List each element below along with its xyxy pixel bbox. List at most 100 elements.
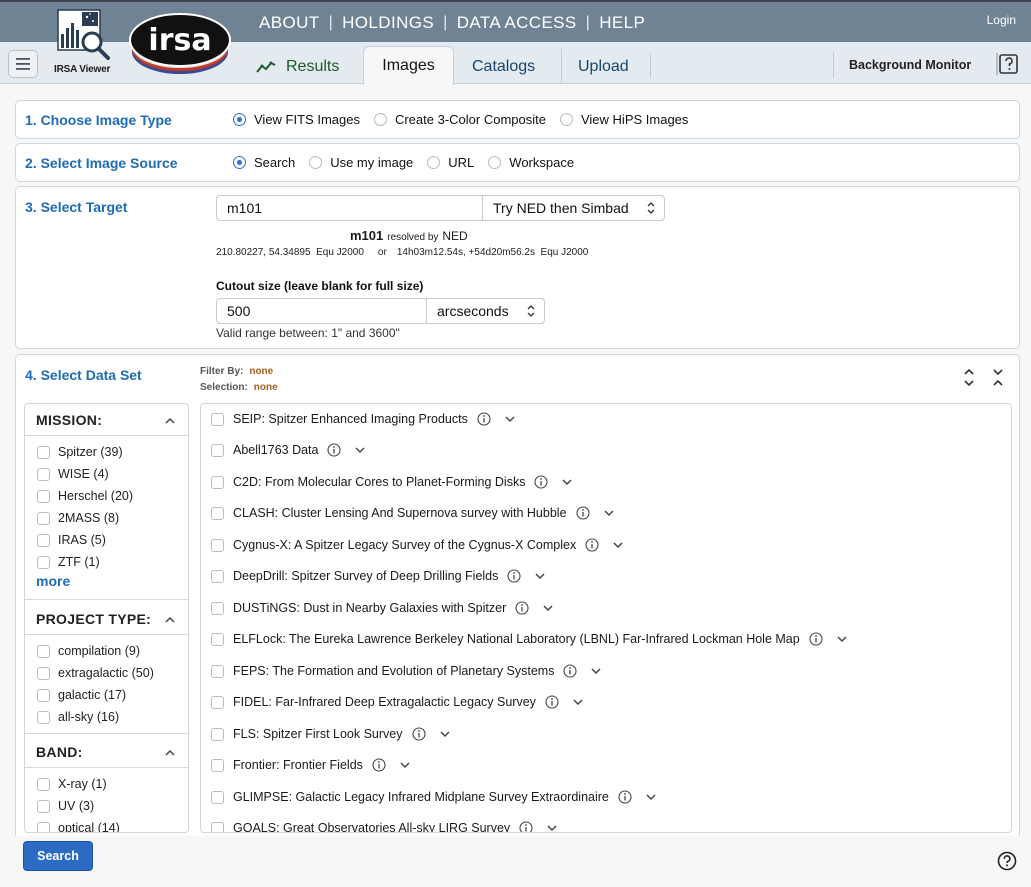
- info-icon[interactable]: [411, 727, 426, 741]
- checkbox[interactable]: [211, 475, 224, 489]
- facet-item[interactable]: UV (3): [37, 799, 94, 813]
- facet-item[interactable]: compilation (9): [37, 644, 140, 658]
- cutout-unit-select[interactable]: arcseconds: [426, 298, 545, 324]
- dataset-row[interactable]: ELFLock: The Eureka Lawrence Berkeley Na…: [211, 632, 847, 646]
- radio-url[interactable]: URL: [427, 155, 474, 170]
- info-icon[interactable]: [507, 569, 521, 583]
- dataset-row[interactable]: GLIMPSE: Galactic Legacy Infrared Midpla…: [211, 790, 656, 804]
- cutout-input[interactable]: 500: [216, 298, 428, 324]
- chevron-down-icon[interactable]: [543, 604, 553, 612]
- facet-item[interactable]: IRAS (5): [37, 533, 106, 547]
- chevron-down-icon[interactable]: [505, 415, 515, 423]
- checkbox[interactable]: [211, 412, 224, 426]
- radio-search[interactable]: Search: [233, 155, 295, 170]
- info-icon[interactable]: [372, 758, 386, 772]
- dataset-row[interactable]: FIDEL: Far-Infrared Deep Extragalactic L…: [211, 695, 583, 709]
- radio-use-my-image[interactable]: Use my image: [309, 155, 413, 170]
- info-icon[interactable]: [515, 601, 529, 615]
- chevron-down-icon[interactable]: [591, 667, 601, 675]
- radio-view-fits[interactable]: View FITS Images: [233, 112, 360, 127]
- nav-about[interactable]: About: [259, 13, 320, 33]
- radio-3-color[interactable]: Create 3-Color Composite: [373, 112, 546, 127]
- chevron-down-icon[interactable]: [562, 478, 572, 486]
- tab-images[interactable]: Images: [363, 46, 454, 85]
- dataset-row[interactable]: C2D: From Molecular Cores to Planet-Form…: [211, 475, 572, 489]
- dataset-row[interactable]: GOALS: Great Observatories All-sky LIRG …: [211, 821, 557, 833]
- facet-item[interactable]: Spitzer (39): [37, 445, 123, 459]
- radio-hips[interactable]: View HiPS Images: [559, 112, 688, 127]
- checkbox[interactable]: [211, 632, 224, 646]
- facet-item[interactable]: optical (14): [37, 821, 120, 832]
- checkbox[interactable]: [211, 727, 224, 741]
- target-input[interactable]: m101: [216, 195, 484, 221]
- chevron-down-icon[interactable]: [646, 793, 656, 801]
- nav-holdings[interactable]: Holdings: [342, 13, 434, 33]
- chevron-down-icon[interactable]: [439, 730, 450, 738]
- resolver-select[interactable]: Try NED then Simbad: [482, 195, 665, 221]
- facet-item[interactable]: 2MASS (8): [37, 511, 119, 525]
- facet-item[interactable]: WISE (4): [37, 467, 109, 481]
- dataset-row[interactable]: FLS: Spitzer First Look Survey: [211, 727, 450, 741]
- chevron-up-icon[interactable]: [165, 616, 175, 623]
- chevron-up-icon[interactable]: [165, 749, 175, 756]
- info-icon[interactable]: [327, 443, 342, 457]
- irsa-logo[interactable]: irsa: [128, 6, 232, 78]
- info-icon[interactable]: [563, 664, 578, 678]
- chevron-down-icon[interactable]: [573, 698, 583, 706]
- chevron-down-icon[interactable]: [547, 824, 557, 832]
- dataset-row[interactable]: Cygnus-X: A Spitzer Legacy Survey of the…: [211, 538, 623, 552]
- checkbox[interactable]: [211, 758, 224, 772]
- collapse-all-icon[interactable]: [993, 369, 1003, 386]
- chevron-up-icon[interactable]: [165, 417, 175, 424]
- dataset-row[interactable]: DUSTiNGS: Dust in Nearby Galaxies with S…: [211, 601, 553, 615]
- facet-item[interactable]: extragalactic (50): [37, 666, 154, 680]
- chevron-down-icon[interactable]: [613, 541, 623, 549]
- tab-results[interactable]: Results: [240, 49, 355, 84]
- expand-all-icon[interactable]: [964, 369, 974, 386]
- chevron-down-icon[interactable]: [837, 635, 847, 643]
- dataset-row[interactable]: FEPS: The Formation and Evolution of Pla…: [211, 664, 601, 678]
- tab-catalogs[interactable]: Catalogs: [456, 49, 551, 84]
- checkbox[interactable]: [211, 569, 224, 583]
- info-icon[interactable]: [545, 695, 559, 709]
- dataset-row[interactable]: Frontier: Frontier Fields: [211, 758, 410, 772]
- background-monitor-button[interactable]: Background Monitor: [833, 52, 971, 78]
- nav-data-access[interactable]: Data access: [457, 13, 577, 33]
- facet-item[interactable]: ZTF (1): [37, 555, 100, 569]
- info-icon[interactable]: [477, 412, 491, 426]
- facet-item[interactable]: X-ray (1): [37, 777, 107, 791]
- dataset-row[interactable]: CLASH: Cluster Lensing And Supernova sur…: [211, 506, 614, 520]
- info-icon[interactable]: [585, 538, 599, 552]
- nav-help[interactable]: Help: [599, 13, 645, 33]
- checkbox[interactable]: [211, 664, 224, 678]
- info-icon[interactable]: [575, 506, 590, 520]
- chevron-down-icon[interactable]: [603, 509, 614, 517]
- dataset-row[interactable]: DeepDrill: Spitzer Survey of Deep Drilli…: [211, 569, 545, 583]
- info-icon[interactable]: [519, 821, 533, 833]
- chevron-down-icon[interactable]: [400, 761, 410, 769]
- help-window-icon[interactable]: [996, 52, 1020, 76]
- info-icon[interactable]: [809, 632, 823, 646]
- login-link[interactable]: Login: [987, 13, 1016, 27]
- help-circle-icon[interactable]: [997, 851, 1017, 871]
- checkbox[interactable]: [211, 538, 224, 552]
- search-button[interactable]: Search: [23, 841, 93, 871]
- checkbox[interactable]: [211, 790, 224, 804]
- dataset-row[interactable]: Abell1763 Data: [211, 443, 366, 457]
- checkbox[interactable]: [211, 821, 224, 832]
- chevron-down-icon[interactable]: [355, 446, 366, 454]
- facet-item[interactable]: all-sky (16): [37, 710, 119, 724]
- dataset-row[interactable]: SEIP: Spitzer Enhanced Imaging Products: [211, 412, 515, 426]
- checkbox[interactable]: [211, 695, 224, 709]
- checkbox[interactable]: [211, 443, 224, 457]
- info-icon[interactable]: [618, 790, 632, 804]
- hamburger-menu-button[interactable]: [8, 50, 38, 78]
- facet-item[interactable]: galactic (17): [37, 688, 126, 702]
- checkbox[interactable]: [211, 601, 224, 615]
- checkbox[interactable]: [211, 506, 224, 520]
- tab-upload[interactable]: Upload: [561, 49, 645, 84]
- more-link[interactable]: more: [36, 573, 70, 589]
- facet-item[interactable]: Herschel (20): [37, 489, 133, 503]
- chevron-down-icon[interactable]: [535, 572, 545, 580]
- radio-workspace[interactable]: Workspace: [488, 155, 574, 170]
